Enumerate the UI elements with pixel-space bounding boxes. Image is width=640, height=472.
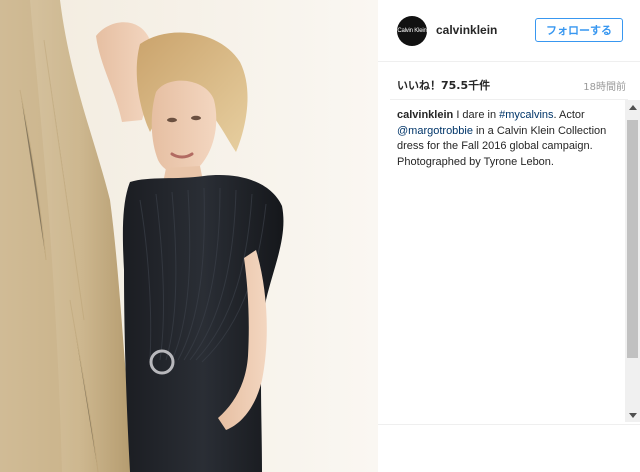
caption-text-1: I dare in bbox=[453, 109, 500, 121]
footer-divider bbox=[378, 424, 640, 425]
post-photo[interactable] bbox=[0, 0, 378, 472]
post-timestamp[interactable]: 18時間前 bbox=[583, 78, 626, 93]
avatar[interactable]: Calvin Klein bbox=[397, 16, 427, 46]
caption-text-2: . Actor bbox=[553, 109, 585, 121]
likes-count[interactable]: いいね！75.5千件 bbox=[397, 77, 490, 93]
username-link[interactable]: calvinklein bbox=[436, 23, 497, 37]
photo-illustration bbox=[0, 0, 378, 472]
scroll-down-arrow[interactable] bbox=[625, 408, 640, 422]
follow-button[interactable]: フォローする bbox=[535, 18, 623, 42]
post-side-panel: Calvin Klein calvinklein フォローする いいね！75.5… bbox=[378, 0, 640, 472]
comments-scrollbar[interactable] bbox=[625, 100, 640, 422]
post-caption: calvinklein I dare in #mycalvins. Actor … bbox=[397, 108, 619, 170]
divider bbox=[390, 99, 628, 100]
scroll-up-arrow[interactable] bbox=[625, 100, 640, 114]
scroll-thumb[interactable] bbox=[627, 120, 638, 358]
caption-mention[interactable]: @margotrobbie bbox=[397, 125, 473, 137]
caption-username[interactable]: calvinklein bbox=[397, 109, 453, 121]
avatar-logo-text: Calvin Klein bbox=[397, 28, 427, 34]
caption-hashtag[interactable]: #mycalvins bbox=[499, 109, 553, 121]
post-header: Calvin Klein calvinklein フォローする bbox=[378, 0, 640, 62]
